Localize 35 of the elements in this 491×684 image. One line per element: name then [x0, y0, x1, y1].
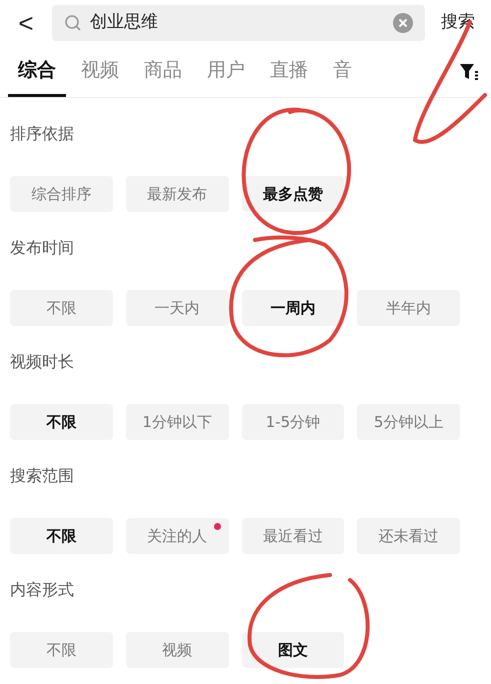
filter-chip[interactable]: 5分钟以上	[357, 404, 460, 440]
filter-chip[interactable]: 半年内	[357, 290, 460, 326]
search-value: 创业思维	[90, 11, 159, 34]
section-title: 排序依据	[10, 123, 75, 145]
category-tab[interactable]: 视频	[71, 46, 129, 97]
back-button[interactable]: <	[8, 4, 44, 42]
search-field[interactable]: 创业思维	[52, 5, 425, 41]
filter-chip[interactable]: 不限	[10, 518, 113, 554]
filter-chip[interactable]: 一周内	[242, 290, 344, 326]
filter-chip[interactable]: 1分钟以下	[126, 404, 228, 440]
filter-chip[interactable]: 还未看过	[357, 518, 460, 554]
filter-chip[interactable]: 不限	[10, 404, 113, 440]
filter-chip[interactable]: 视频	[126, 632, 228, 668]
section-title: 发布时间	[10, 237, 75, 259]
category-tab[interactable]: 商品	[134, 46, 192, 97]
category-tab[interactable]: 用户	[197, 46, 255, 97]
category-tab[interactable]: 直播	[260, 46, 318, 97]
filter-chip[interactable]: 最近看过	[242, 518, 344, 554]
section-title: 搜索范围	[10, 465, 75, 487]
search-icon	[64, 14, 82, 32]
filter-chip[interactable]: 最新发布	[126, 176, 228, 212]
clear-icon[interactable]	[393, 13, 413, 33]
filter-chip[interactable]: 最多点赞	[242, 176, 344, 212]
section-title: 视频时长	[10, 351, 75, 373]
filter-chip[interactable]: 1-5分钟	[242, 404, 344, 440]
filter-chip[interactable]: 一天内	[126, 290, 228, 326]
filter-chip[interactable]: 不限	[10, 290, 113, 326]
section-title: 内容形式	[10, 579, 75, 601]
filter-chip[interactable]: 综合排序	[10, 176, 113, 212]
filter-chip[interactable]: 图文	[242, 632, 344, 668]
filter-icon[interactable]	[459, 62, 479, 80]
category-tab[interactable]: 音	[323, 46, 362, 97]
filter-chip[interactable]: 关注的人	[126, 518, 228, 554]
category-tab[interactable]: 综合	[8, 46, 66, 97]
filter-chip[interactable]: 不限	[10, 632, 113, 668]
